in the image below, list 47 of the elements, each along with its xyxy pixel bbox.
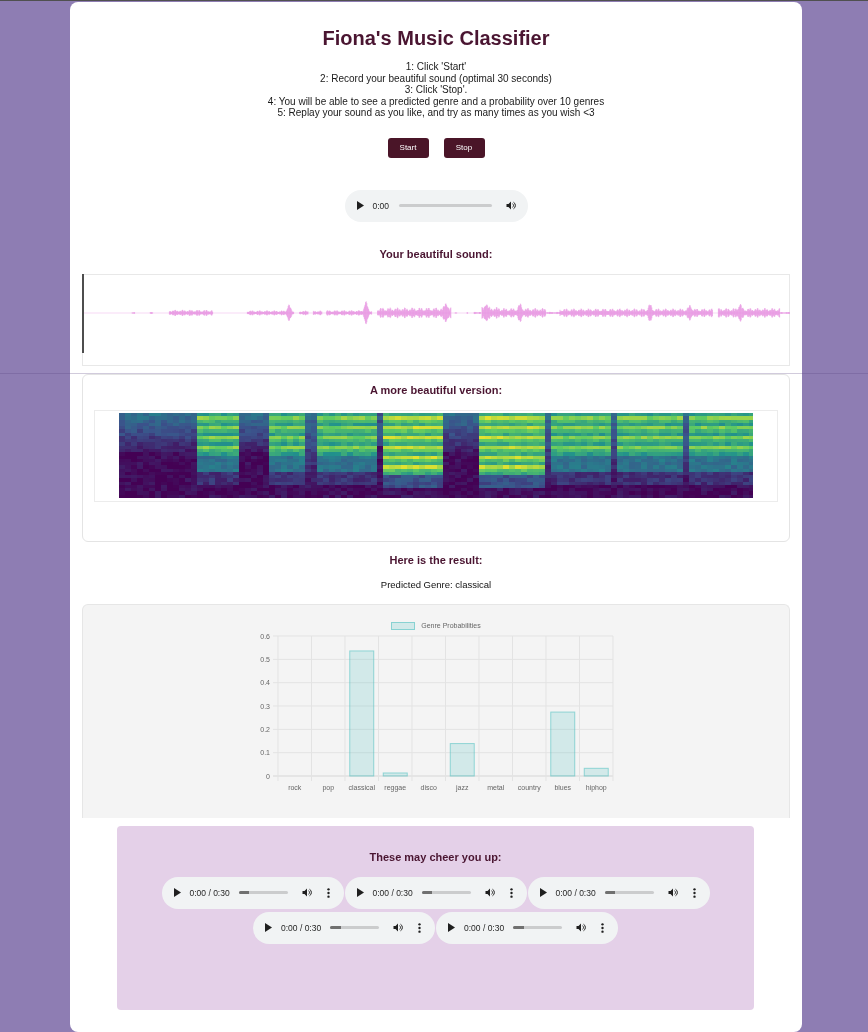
chart-bar [449, 743, 475, 777]
progress-track[interactable] [238, 891, 288, 895]
app-title: Fiona's Music Classifier [322, 27, 550, 50]
volume-icon[interactable] [576, 923, 587, 933]
stop-button[interactable]: Stop [443, 137, 485, 158]
time-display: 0:00 / 0:30 [464, 922, 505, 933]
instruction-line: 4: You will be able to see a predicted genre and a probability over 10 genres [267, 95, 605, 108]
progress-track[interactable] [604, 891, 654, 895]
progress-track[interactable] [330, 926, 380, 930]
volume-icon[interactable] [301, 888, 312, 898]
time-display: 0:00 / 0:30 [281, 922, 322, 933]
time-display: 0:00 [372, 200, 390, 211]
play-icon[interactable] [356, 888, 364, 898]
progress-track[interactable] [421, 891, 471, 895]
instruction-line: 1: Click 'Start' [405, 61, 467, 73]
section-heading: A more beautiful version: [369, 384, 503, 398]
play-icon[interactable] [356, 201, 364, 211]
time-display: 0:00 / 0:30 [372, 887, 413, 898]
volume-icon[interactable] [484, 888, 495, 898]
volume-icon[interactable] [506, 201, 517, 211]
section-heading: These may cheer you up: [369, 851, 502, 865]
volume-icon[interactable] [667, 888, 678, 898]
progress-track[interactable] [399, 204, 493, 208]
time-display: 0:00 / 0:30 [555, 887, 596, 898]
legend-swatch-icon [391, 621, 416, 630]
vertical-dots-icon[interactable] [418, 922, 422, 933]
start-button[interactable]: Start [387, 137, 429, 158]
play-icon[interactable] [448, 923, 455, 933]
time-display: 0:00 / 0:30 [189, 887, 230, 898]
vertical-dots-icon[interactable] [509, 887, 513, 898]
vertical-dots-icon[interactable] [326, 887, 330, 898]
progress-track[interactable] [513, 926, 563, 930]
section-heading: Your beautiful sound: [379, 248, 493, 262]
volume-icon[interactable] [393, 923, 404, 933]
play-icon[interactable] [539, 888, 547, 898]
vertical-dots-icon[interactable] [601, 922, 605, 933]
vertical-dots-icon[interactable] [692, 887, 696, 898]
chart-bar [583, 767, 609, 777]
instruction-line: 3: Click 'Stop'. [404, 84, 468, 96]
instruction-line: 2: Record your beautiful sound (optimal 30 seconds) [320, 72, 552, 85]
play-icon[interactable] [265, 923, 272, 933]
prediction-text: Predicted Genre: classical [380, 578, 492, 591]
instruction-line: 5: Replay your sound as you like, and try as many times as you wish <3 [277, 107, 595, 119]
section-heading: Here is the result: [389, 554, 483, 568]
chart-bar [382, 772, 408, 777]
play-icon[interactable] [173, 888, 181, 898]
chart-bar [550, 711, 576, 777]
